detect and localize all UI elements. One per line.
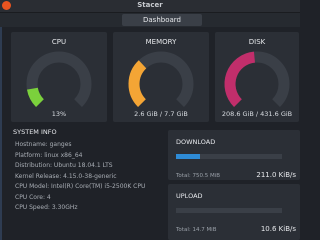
title-bar: Stacer	[0, 0, 300, 13]
sidebar-accent	[0, 27, 2, 240]
gauge-fill	[128, 60, 147, 107]
window-title: Stacer	[137, 1, 163, 9]
system-info-row: Kernel Release: 4.15.0-38-generic	[15, 172, 117, 180]
tab-dashboard[interactable]: Dashboard	[122, 14, 202, 26]
upload-total: Total: 14.7 MiB	[176, 227, 217, 233]
disk-value: 208.6 GiB / 431.6 GiB	[221, 110, 293, 118]
cpu-label: CPU	[51, 38, 67, 46]
memory-label: MEMORY	[145, 38, 177, 46]
download-heading: DOWNLOAD	[176, 138, 216, 146]
system-info-row: Platform: linux x86_64	[15, 151, 83, 159]
cpu-value: 13%	[51, 110, 67, 118]
system-info-row: Distribution: Ubuntu 18.04.1 LTS	[15, 162, 113, 169]
download-bar-fill	[176, 154, 201, 159]
upload-rate: 10.6 KiB/s	[260, 225, 296, 233]
download-panel: DOWNLOAD Total: 750.5 MiB 211.0 KiB/s	[168, 130, 300, 180]
system-info-heading: SYSTEM INFO	[13, 128, 57, 136]
system-info-row: CPU Model: Intel(R) Core(TM) i5-2500K CP…	[15, 183, 146, 190]
system-info-row: CPU Speed: 3.30GHz	[15, 204, 78, 211]
memory-value: 2.6 GiB / 7.7 GiB	[134, 110, 188, 118]
upload-heading: UPLOAD	[176, 192, 203, 200]
gauge-fill	[224, 51, 256, 107]
system-info-row: Hostname: ganges	[15, 141, 72, 148]
disk-card: DISK 208.6 GiB / 431.6 GiB	[215, 32, 299, 122]
gauge-fill	[26, 87, 45, 107]
cpu-gauge	[26, 51, 92, 107]
system-info-row: CPU Core: 4	[15, 193, 51, 201]
upload-panel: UPLOAD Total: 14.7 MiB 10.6 KiB/s	[168, 184, 300, 240]
upload-bar	[176, 208, 282, 213]
download-bar	[176, 154, 282, 159]
download-total: Total: 750.5 MiB	[176, 173, 220, 179]
download-rate: 211.0 KiB/s	[256, 171, 296, 179]
memory-card: MEMORY 2.6 GiB / 7.7 GiB	[113, 32, 209, 122]
tab-bar: Dashboard	[0, 13, 300, 27]
disk-gauge	[224, 51, 290, 107]
system-info-panel: SYSTEM INFO Hostname: ganges Platform: l…	[5, 122, 163, 240]
disk-label: DISK	[248, 38, 266, 46]
memory-gauge	[128, 51, 194, 107]
cpu-card: CPU 13%	[11, 32, 107, 122]
